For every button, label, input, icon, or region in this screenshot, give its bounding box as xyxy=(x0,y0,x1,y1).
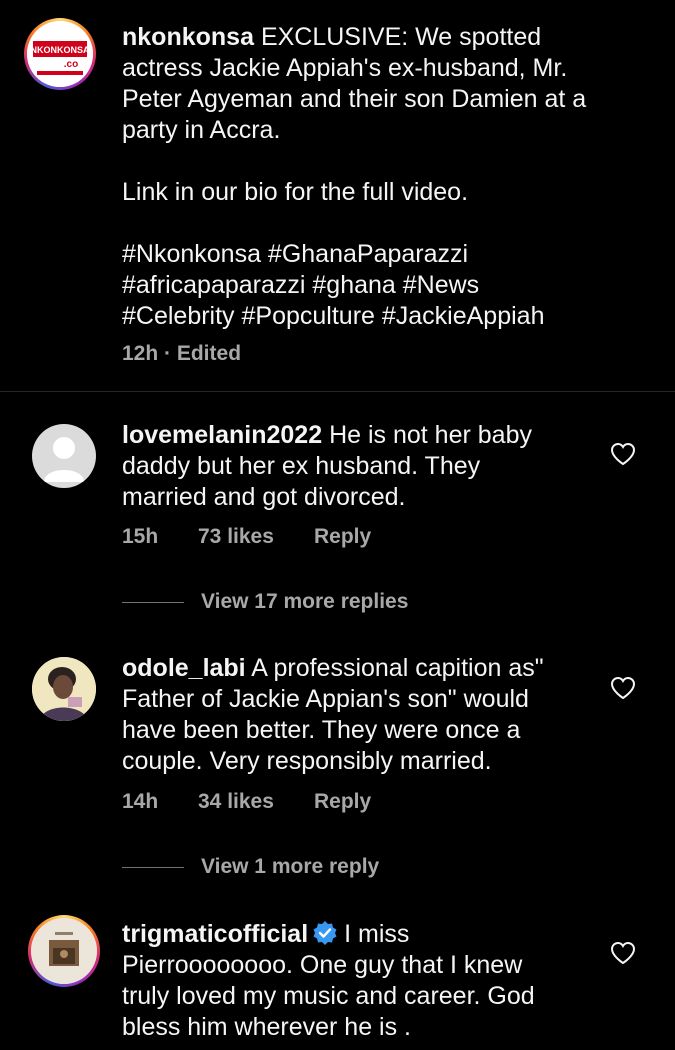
caption-meta: 12h · Edited xyxy=(122,342,241,366)
verified-badge-icon xyxy=(313,921,337,945)
comment-line: have been better. They were once a xyxy=(122,716,521,744)
comment-line: daddy but her ex husband. They xyxy=(122,452,481,480)
comment-line: He is not her baby xyxy=(329,421,532,449)
avatar[interactable] xyxy=(31,918,97,984)
story-ring[interactable]: NKONKONSA .co xyxy=(24,18,96,90)
view-more-replies[interactable]: View 1 more reply xyxy=(122,855,379,879)
avatar[interactable]: NKONKONSA .co xyxy=(27,21,93,87)
heart-icon[interactable] xyxy=(610,442,636,466)
comment-username[interactable]: trigmaticofficial xyxy=(122,920,308,948)
logo-sub: .co xyxy=(64,59,78,70)
comment: lovemelanin2022 He is not her baby daddy… xyxy=(0,392,675,632)
heart-icon[interactable] xyxy=(610,676,636,700)
view-more-replies[interactable]: View 17 more replies xyxy=(122,590,408,614)
comment-time: 15h xyxy=(122,525,159,548)
nkonkonsa-logo-icon: NKONKONSA .co xyxy=(27,21,93,87)
avatar[interactable] xyxy=(32,657,96,721)
caption-time: 12h · Edited xyxy=(122,342,242,365)
comment-line: Father of Jackie Appian's son" would xyxy=(122,685,529,713)
comment-text: trigmaticofficial I miss Pierroooooooo. … xyxy=(122,919,622,1043)
hashtag-line[interactable]: #Celebrity #Popculture #JackieAppiah xyxy=(122,301,622,332)
likes-count[interactable]: 73 likes xyxy=(198,525,314,549)
comment-line: couple. Very responsibly married. xyxy=(122,747,492,775)
comment-line: bless him wherever he is . xyxy=(122,1013,412,1041)
caption: NKONKONSA .co nkonkonsa EXCLUSIVE: We sp… xyxy=(0,0,675,392)
view-more-label[interactable]: View 1 more reply xyxy=(201,855,379,879)
comment-meta: 15h 73 likes Reply xyxy=(122,525,371,549)
reply-button[interactable]: Reply xyxy=(314,790,371,814)
likes-count[interactable]: 34 likes xyxy=(198,790,314,814)
hashtag-line[interactable]: #africapaparazzi #ghana #News xyxy=(122,270,622,301)
caption-text: nkonkonsa EXCLUSIVE: We spotted actress … xyxy=(122,22,622,332)
comment-username[interactable]: odole_labi xyxy=(122,654,246,682)
default-avatar-icon xyxy=(44,437,84,482)
avatar[interactable] xyxy=(32,424,96,488)
album-cover-icon xyxy=(31,918,97,984)
comment-meta: 14h 34 likes Reply xyxy=(122,790,371,814)
comment-username[interactable]: lovemelanin2022 xyxy=(122,421,322,449)
comment-text: odole_labi A professional capition as" F… xyxy=(122,653,622,777)
comment-line: A professional capition as" xyxy=(251,654,544,682)
profile-photo-icon xyxy=(32,657,96,721)
story-ring[interactable] xyxy=(28,915,100,987)
comment-text: lovemelanin2022 He is not her baby daddy… xyxy=(122,420,622,513)
caption-line: party in Accra. xyxy=(122,116,281,144)
heart-icon[interactable] xyxy=(610,941,636,965)
comment-time: 14h xyxy=(122,790,159,813)
view-more-label[interactable]: View 17 more replies xyxy=(201,590,408,614)
caption-line: EXCLUSIVE: We spotted xyxy=(260,23,542,51)
logo-text: NKONKONSA xyxy=(30,45,90,55)
hashtag-line[interactable]: #Nkonkonsa #GhanaPaparazzi xyxy=(122,239,622,270)
view-more-line xyxy=(122,866,184,868)
caption-line: actress Jackie Appiah's ex-husband, Mr. xyxy=(122,54,568,82)
view-more-line xyxy=(122,601,184,603)
caption-link-line: Link in our bio for the full video. xyxy=(122,178,469,206)
comment-line: truly loved my music and career. God xyxy=(122,982,535,1010)
caption-line: Peter Agyeman and their son Damien at a xyxy=(122,85,587,113)
comment: odole_labi A professional capition as" F… xyxy=(0,632,675,897)
caption-username[interactable]: nkonkonsa xyxy=(122,23,254,51)
comment: trigmaticofficial I miss Pierroooooooo. … xyxy=(0,897,675,1050)
comment-line: I miss xyxy=(344,920,410,948)
reply-button[interactable]: Reply xyxy=(314,525,371,549)
comment-line: Pierroooooooo. One guy that I knew xyxy=(122,951,523,979)
comment-line: married and got divorced. xyxy=(122,483,406,511)
